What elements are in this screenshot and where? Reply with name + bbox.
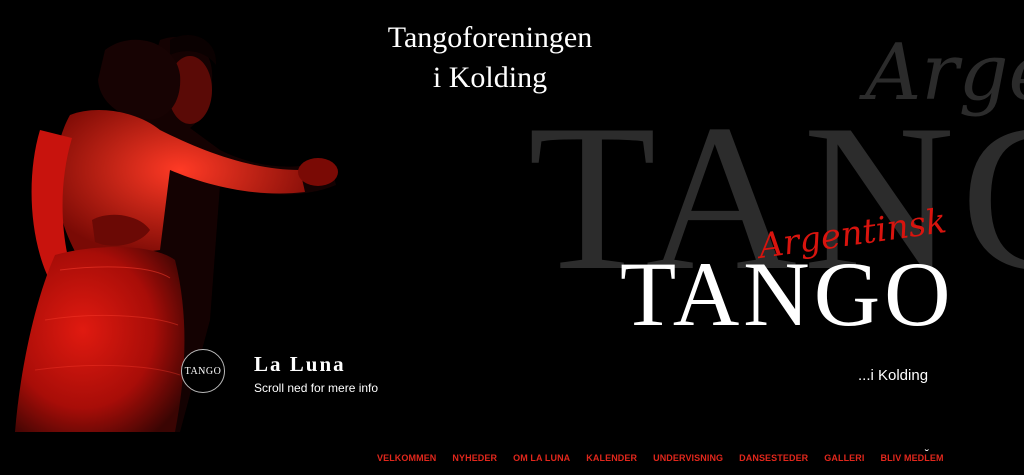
nav-item-kalender[interactable]: KALENDER xyxy=(586,453,637,463)
nav-item-dansesteder[interactable]: DANSESTEDER xyxy=(739,453,808,463)
site-title-line1: Tangoforeningen xyxy=(387,21,593,54)
brand-name[interactable]: La Luna xyxy=(254,352,346,377)
nav-item-om-la-luna[interactable]: OM LA LUNA xyxy=(513,453,570,463)
nav-item-velkommen[interactable]: VELKOMMEN xyxy=(377,453,436,463)
logo-location: ...i Kolding xyxy=(858,367,929,384)
chevron-down-icon[interactable]: ˘ xyxy=(925,447,929,461)
brand-tagline: Scroll ned for mere info xyxy=(254,381,379,395)
hero-banner: Tangoforeningen i Kolding Argen TANGO Ar… xyxy=(0,0,1024,432)
logo-tango: TANGO xyxy=(620,243,955,345)
nav-item-undervisning[interactable]: UNDERVISNING xyxy=(653,453,723,463)
nav-item-galleri[interactable]: GALLERI xyxy=(824,453,864,463)
nav-item-bliv-medlem[interactable]: BLIV MEDLEM xyxy=(880,453,943,463)
nav-item-nyheder[interactable]: NYHEDER xyxy=(452,453,497,463)
main-navigation: VELKOMMEN NYHEDER OM LA LUNA KALENDER UN… xyxy=(377,451,960,465)
brand-logo[interactable]: TANGO xyxy=(181,349,225,393)
brand-logo-text: TANGO xyxy=(184,365,222,377)
